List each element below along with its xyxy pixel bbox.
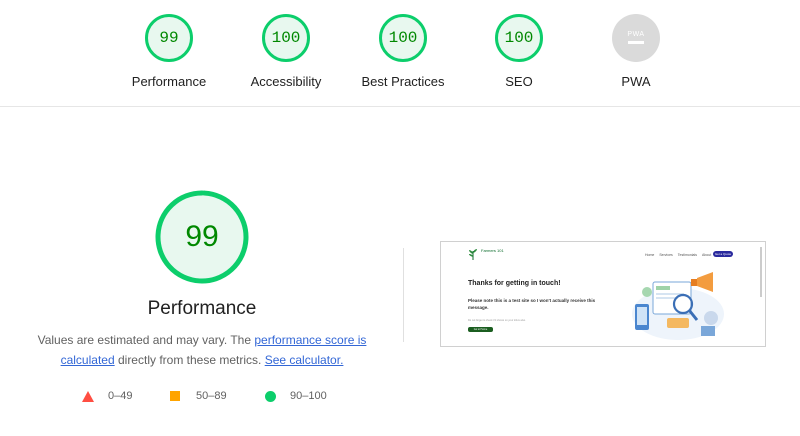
header-divider bbox=[0, 106, 800, 107]
gauge-pwa[interactable]: PWA PWA bbox=[576, 14, 696, 89]
section-divider bbox=[403, 248, 404, 342]
thumb-brand: Farmers 101 bbox=[481, 248, 504, 253]
gauge-label: Best Practices bbox=[361, 74, 445, 89]
gauge-label: Performance bbox=[131, 74, 207, 89]
performance-description: Values are estimated and may vary. The p… bbox=[32, 330, 372, 370]
gauge-score: 100 bbox=[388, 29, 418, 47]
average-square-icon bbox=[170, 391, 180, 401]
thumb-small-text: Do not forget to check if it shows on yo… bbox=[468, 319, 526, 322]
gauge-label: PWA bbox=[621, 74, 651, 89]
final-screenshot[interactable]: Farmers 101 Home Services Testimonials A… bbox=[440, 241, 766, 347]
gauge-score: 100 bbox=[504, 29, 534, 47]
gauge-seo[interactable]: 100 SEO bbox=[459, 14, 579, 89]
thumb-home-button: Go to Home bbox=[468, 327, 493, 332]
leaf-logo-icon bbox=[469, 249, 477, 260]
gauge-performance[interactable]: 99 Performance bbox=[109, 14, 229, 89]
gauge-accessibility[interactable]: 100 Accessibility bbox=[226, 14, 346, 89]
fail-triangle-icon bbox=[82, 390, 94, 402]
gauge-ring: 100 bbox=[262, 14, 310, 62]
marketing-illustration-icon bbox=[632, 272, 724, 340]
performance-gauge: 99 bbox=[155, 190, 249, 284]
pwa-dash-icon bbox=[628, 40, 644, 44]
pwa-badge-icon: PWA bbox=[612, 14, 660, 62]
legend-average-label: 50–89 bbox=[196, 390, 227, 402]
gauge-ring: 100 bbox=[379, 14, 427, 62]
see-calculator-link[interactable]: See calculator. bbox=[265, 353, 344, 367]
gauge-label: Accessibility bbox=[250, 74, 322, 89]
legend-average: 50–89 bbox=[170, 388, 227, 404]
gauge-label: SEO bbox=[505, 74, 533, 89]
performance-title: Performance bbox=[147, 298, 257, 319]
gauge-ring: 100 bbox=[495, 14, 543, 62]
thumb-nav-item: Home bbox=[645, 253, 655, 257]
category-gauges: 99 Performance 100 Accessibility 100 Bes… bbox=[0, 0, 800, 107]
gauge-score: 100 bbox=[271, 29, 301, 47]
thumb-cta-button: Get a Quote bbox=[713, 251, 733, 257]
gauge-score: 99 bbox=[159, 29, 179, 47]
thumb-heading: Thanks for getting in touch! bbox=[468, 280, 561, 287]
desc-text-2: directly from these metrics. bbox=[114, 353, 265, 367]
thumb-nav-item: About bbox=[702, 253, 712, 257]
gauge-ring: 99 bbox=[145, 14, 193, 62]
legend-pass: 90–100 bbox=[265, 388, 327, 404]
legend-fail-label: 0–49 bbox=[108, 390, 133, 402]
pwa-badge-text: PWA bbox=[627, 30, 645, 38]
desc-text-1: Values are estimated and may vary. The bbox=[37, 333, 255, 347]
thumb-body: Please note this is a test site so I won… bbox=[468, 298, 596, 310]
legend-fail: 0–49 bbox=[82, 388, 132, 404]
gauge-best-practices[interactable]: 100 Best Practices bbox=[343, 14, 463, 89]
thumb-nav-item: Services bbox=[659, 253, 673, 257]
thumb-scrollbar bbox=[760, 247, 762, 297]
legend-pass-label: 90–100 bbox=[290, 390, 327, 402]
pass-circle-icon bbox=[265, 390, 276, 402]
thumb-nav-item: Testimonials bbox=[677, 253, 698, 257]
performance-score: 99 bbox=[185, 220, 219, 253]
